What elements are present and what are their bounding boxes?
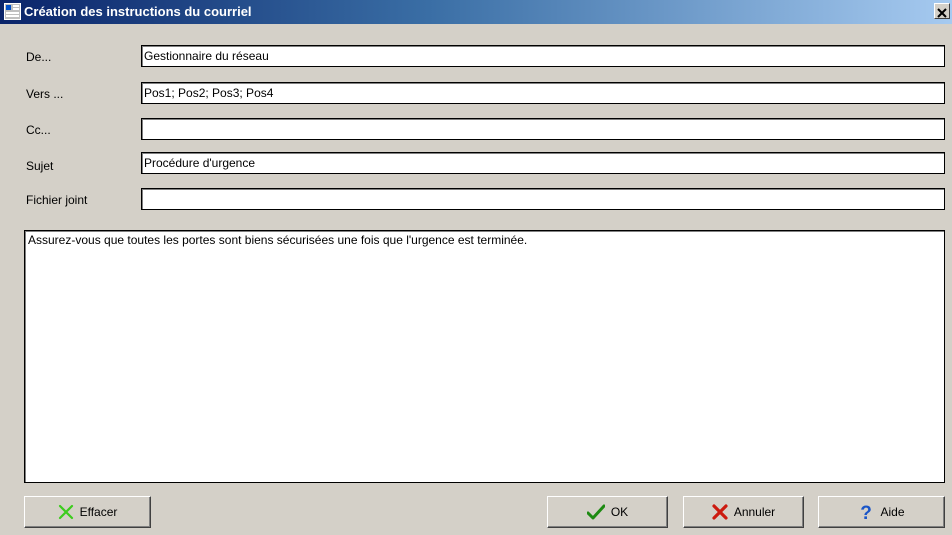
red-x-icon — [712, 504, 728, 520]
ok-button-label: OK — [610, 505, 629, 519]
ok-button[interactable]: OK — [547, 496, 668, 528]
clear-button[interactable]: Effacer — [24, 496, 151, 528]
title-bar: Création des instructions du courriel — [0, 0, 952, 24]
close-icon — [937, 8, 947, 18]
window-title: Création des instructions du courriel — [24, 4, 252, 19]
svg-text:?: ? — [861, 503, 873, 521]
subject-label: Sujet — [26, 159, 54, 173]
app-icon — [4, 3, 21, 20]
help-button-label: Aide — [880, 505, 905, 519]
message-body[interactable]: Assurez-vous que toutes les portes sont … — [24, 230, 945, 483]
help-button[interactable]: ? Aide — [818, 496, 945, 528]
to-label: Vers ... — [26, 87, 64, 101]
email-instructions-dialog: Création des instructions du courriel De… — [0, 0, 952, 535]
cancel-button-label: Annuler — [733, 505, 776, 519]
cancel-button[interactable]: Annuler — [683, 496, 804, 528]
attachment-label: Fichier joint — [26, 193, 88, 207]
from-label: De... — [26, 50, 52, 64]
clear-button-label: Effacer — [79, 505, 118, 519]
cc-field[interactable] — [141, 118, 945, 140]
subject-field[interactable]: Procédure d'urgence — [141, 152, 945, 174]
green-x-icon — [58, 504, 73, 520]
cc-label: Cc... — [26, 123, 51, 137]
blue-question-icon: ? — [861, 503, 873, 521]
to-field[interactable]: Pos1; Pos2; Pos3; Pos4 — [141, 82, 945, 104]
green-check-icon — [586, 504, 605, 520]
attachment-field[interactable] — [141, 188, 945, 210]
from-field[interactable]: Gestionnaire du réseau — [141, 45, 945, 67]
close-button[interactable] — [934, 3, 950, 19]
